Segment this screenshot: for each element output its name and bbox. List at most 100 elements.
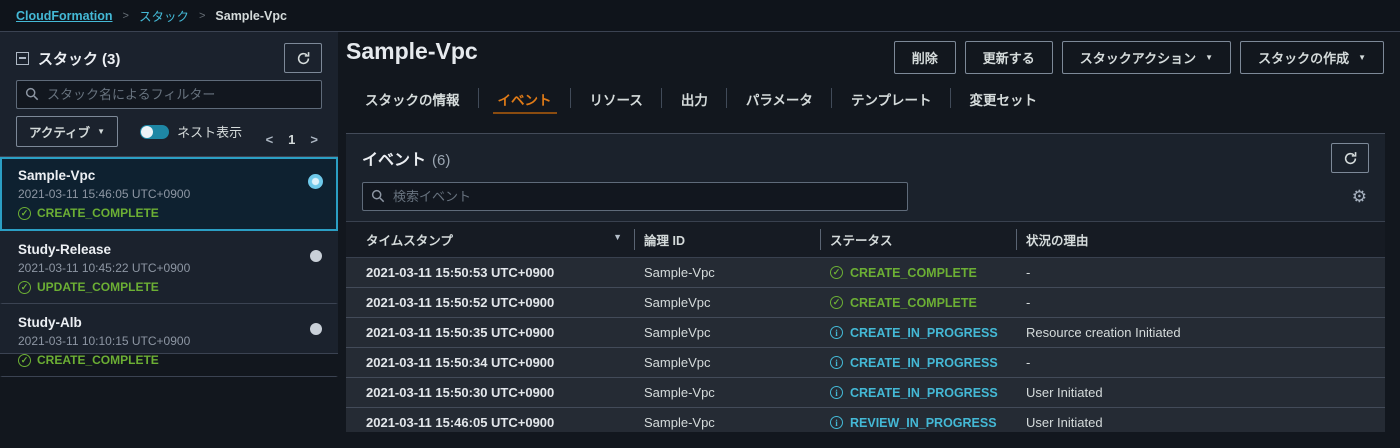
- nested-view-toggle[interactable]: ネスト表示: [140, 122, 242, 141]
- stack-card-study-alb[interactable]: Study-Alb 2021-03-11 10:10:15 UTC+0900 C…: [0, 304, 338, 377]
- stack-name: Study-Release: [18, 242, 112, 257]
- tab-resources[interactable]: リソース: [571, 83, 663, 114]
- table-row: 2021-03-11 15:50:35 UTC+0900 SampleVpc C…: [346, 317, 1385, 348]
- breadcrumb: CloudFormation > スタック > Sample-Vpc: [0, 0, 1400, 32]
- search-icon: [371, 189, 385, 203]
- column-header-timestamp[interactable]: タイムスタンプ ▼: [346, 221, 634, 258]
- current-page-number[interactable]: 1: [288, 132, 295, 147]
- caret-down-icon: ▼: [1205, 53, 1214, 62]
- previous-page-button[interactable]: <: [266, 132, 274, 147]
- next-page-button[interactable]: >: [310, 132, 318, 147]
- toggle-on-icon[interactable]: [140, 124, 170, 139]
- delete-button[interactable]: 削除: [893, 41, 956, 74]
- stack-tabs: スタックの情報 イベント リソース 出力 パラメータ テンプレート 変更セット: [346, 83, 1384, 114]
- event-timestamp: 2021-03-11 15:50:30 UTC+0900: [346, 377, 634, 408]
- refresh-icon: [297, 51, 309, 64]
- events-table: タイムスタンプ ▼ 論理 ID ステータス 状況の理由 2021-03-11 1…: [346, 221, 1385, 432]
- tab-change-sets[interactable]: 変更セット: [951, 83, 1057, 114]
- event-status: CREATE_COMPLETE: [820, 257, 1016, 288]
- event-status: CREATE_COMPLETE: [820, 287, 1016, 318]
- info-circle-icon: [830, 326, 843, 339]
- event-timestamp: 2021-03-11 15:50:52 UTC+0900: [346, 287, 634, 318]
- stack-card-study-release[interactable]: Study-Release 2021-03-11 10:45:22 UTC+09…: [0, 231, 338, 304]
- tab-template[interactable]: テンプレート: [832, 83, 951, 114]
- chevron-right-icon: >: [198, 9, 206, 22]
- tab-stack-info[interactable]: スタックの情報: [346, 83, 479, 114]
- events-title: イベント (6): [362, 152, 451, 169]
- breadcrumb-link-stacks[interactable]: スタック: [139, 6, 189, 25]
- event-logical-id: Sample-Vpc: [634, 377, 820, 408]
- table-row: 2021-03-11 15:46:05 UTC+0900 Sample-Vpc …: [346, 407, 1385, 432]
- info-circle-icon: [830, 356, 843, 369]
- sidebar-title: スタック (3): [38, 50, 121, 68]
- event-logical-id: Sample-Vpc: [634, 407, 820, 432]
- event-reason: -: [1016, 257, 1385, 288]
- stack-status: UPDATE_COMPLETE: [18, 280, 320, 295]
- check-circle-icon: [18, 207, 31, 220]
- stacks-pagination: < 1 >: [266, 132, 318, 147]
- create-stack-dropdown[interactable]: スタックの作成 ▼: [1240, 41, 1384, 74]
- tab-outputs[interactable]: 出力: [662, 83, 727, 114]
- event-status: CREATE_IN_PROGRESS: [820, 377, 1016, 408]
- stack-status: CREATE_COMPLETE: [18, 206, 320, 221]
- event-timestamp: 2021-03-11 15:50:53 UTC+0900: [346, 257, 634, 288]
- update-button[interactable]: 更新する: [964, 41, 1053, 74]
- event-reason: User Initiated: [1016, 407, 1385, 432]
- event-timestamp: 2021-03-11 15:46:05 UTC+0900: [346, 407, 634, 432]
- event-reason: -: [1016, 347, 1385, 378]
- refresh-events-button[interactable]: [1331, 143, 1369, 173]
- stack-view-filter-dropdown[interactable]: アクティブ ▼: [16, 116, 119, 147]
- breadcrumb-current: Sample-Vpc: [215, 8, 287, 23]
- column-header-status: ステータス: [820, 221, 1016, 258]
- info-circle-icon: [830, 386, 843, 399]
- page-title: Sample-Vpc: [346, 38, 478, 64]
- table-header-row: タイムスタンプ ▼ 論理 ID ステータス 状況の理由: [346, 221, 1385, 258]
- refresh-stacks-button[interactable]: [284, 43, 322, 73]
- header-actions: 削除 更新する スタックアクション ▼ スタックの作成 ▼: [893, 41, 1384, 74]
- check-circle-icon: [18, 281, 31, 294]
- refresh-icon: [1344, 151, 1356, 164]
- stack-filter-input[interactable]: [16, 80, 322, 109]
- info-circle-icon: [830, 416, 843, 429]
- event-timestamp: 2021-03-11 15:50:34 UTC+0900: [346, 347, 634, 378]
- stack-timestamp: 2021-03-11 10:10:15 UTC+0900: [18, 334, 191, 348]
- event-status: CREATE_IN_PROGRESS: [820, 317, 1016, 348]
- main-content: Sample-Vpc 削除 更新する スタックアクション ▼ スタックの作成 ▼…: [346, 32, 1400, 448]
- chevron-right-icon: >: [122, 9, 129, 22]
- table-row: 2021-03-11 15:50:34 UTC+0900 SampleVpc C…: [346, 347, 1385, 378]
- event-timestamp: 2021-03-11 15:50:35 UTC+0900: [346, 317, 634, 348]
- table-row: 2021-03-11 15:50:30 UTC+0900 Sample-Vpc …: [346, 377, 1385, 408]
- event-reason: User Initiated: [1016, 377, 1385, 408]
- breadcrumb-link-cloudformation[interactable]: CloudFormation: [16, 9, 113, 23]
- nested-view-label: ネスト表示: [177, 125, 243, 140]
- search-icon: [25, 87, 39, 101]
- check-circle-icon: [830, 266, 843, 279]
- stack-name: Study-Alb: [18, 315, 82, 330]
- events-search-input[interactable]: [362, 182, 908, 211]
- event-logical-id: SampleVpc: [634, 317, 820, 348]
- stack-card-sample-vpc[interactable]: Sample-Vpc 2021-03-11 15:46:05 UTC+0900 …: [0, 157, 338, 231]
- tab-parameters[interactable]: パラメータ: [727, 83, 833, 114]
- stack-timestamp: 2021-03-11 10:45:22 UTC+0900: [18, 261, 191, 275]
- event-status: CREATE_IN_PROGRESS: [820, 347, 1016, 378]
- check-circle-icon: [18, 354, 31, 367]
- stack-radio[interactable]: [310, 323, 322, 335]
- stack-timestamp: 2021-03-11 15:46:05 UTC+0900: [18, 187, 191, 201]
- stack-name: Sample-Vpc: [18, 168, 96, 183]
- settings-gear-icon[interactable]: ⚙: [1352, 188, 1369, 205]
- stacks-sidebar: スタック(3) アクティブ ▼ ネスト表示 < 1 > Sam: [0, 32, 338, 377]
- event-reason: -: [1016, 287, 1385, 318]
- events-panel: イベント(6) ⚙: [346, 133, 1385, 432]
- stack-radio-selected[interactable]: [308, 174, 323, 189]
- event-logical-id: SampleVpc: [634, 347, 820, 378]
- tab-events[interactable]: イベント: [479, 83, 571, 114]
- check-circle-icon: [830, 296, 843, 309]
- event-status: REVIEW_IN_PROGRESS: [820, 407, 1016, 432]
- stack-radio[interactable]: [310, 250, 322, 262]
- collapse-panel-icon[interactable]: [16, 51, 29, 65]
- stack-actions-dropdown[interactable]: スタックアクション ▼: [1061, 41, 1232, 74]
- event-reason: Resource creation Initiated: [1016, 317, 1385, 348]
- caret-down-icon: ▼: [1358, 53, 1366, 62]
- sort-descending-icon[interactable]: ▼: [613, 232, 622, 242]
- event-logical-id: SampleVpc: [634, 287, 820, 318]
